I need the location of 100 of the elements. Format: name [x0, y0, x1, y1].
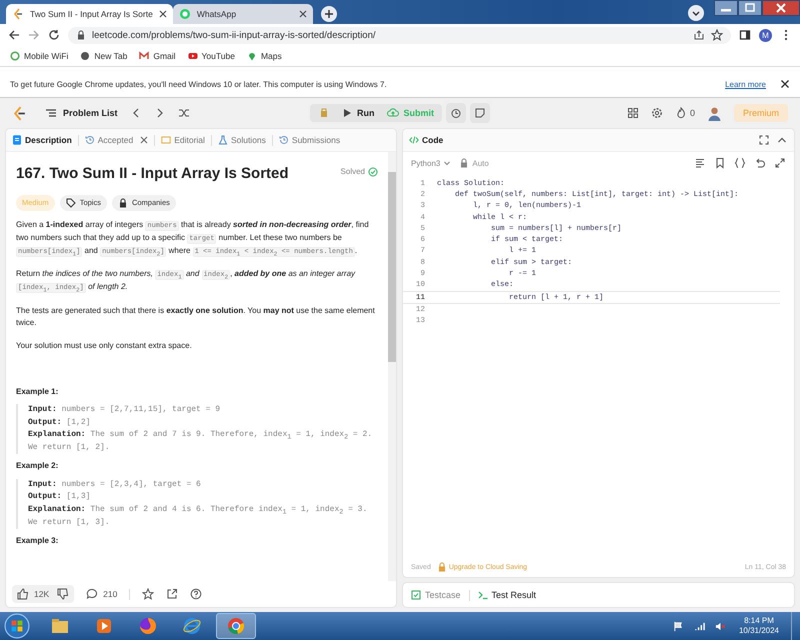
bookmark-link[interactable]: Gmail: [139, 51, 176, 61]
solved-status: Solved: [340, 166, 365, 178]
folder-icon: [50, 616, 70, 636]
chevron-down-icon: [443, 159, 452, 167]
book-icon: [161, 135, 172, 145]
flask-icon: [218, 135, 228, 145]
example-line: Output: [1,2]: [28, 416, 92, 429]
list-icon: [45, 107, 57, 119]
settings-icon[interactable]: [650, 107, 663, 119]
close-icon[interactable]: [780, 79, 790, 89]
site-logo-icon[interactable]: [12, 106, 27, 120]
signal-icon[interactable]: [694, 620, 705, 632]
flame-icon: [674, 107, 687, 119]
fullscreen-icon[interactable]: [758, 134, 770, 146]
note-icon: [474, 107, 486, 119]
language-dropdown[interactable]: Python3: [411, 158, 452, 168]
star-icon[interactable]: [142, 588, 154, 600]
browser-tab[interactable]: Two Sum II - Input Array Is Sorte: [6, 4, 173, 24]
streak-counter[interactable]: 0: [674, 107, 695, 119]
new-tab-button[interactable]: [320, 6, 337, 22]
browser-icon: [182, 616, 202, 636]
example-line: Output: [1,3]: [28, 491, 92, 504]
alarm-clock-button[interactable]: [446, 103, 466, 123]
panel-tab[interactable]: Solutions: [218, 135, 266, 145]
external-link-icon[interactable]: [166, 588, 178, 600]
example-heading: Example 1:: [16, 386, 60, 398]
close-icon[interactable]: [298, 10, 307, 18]
undo-icon[interactable]: [754, 157, 766, 169]
browser-icon: [138, 616, 158, 636]
clock-date[interactable]: 10/31/2024: [738, 626, 779, 636]
profile-avatar[interactable]: M: [759, 28, 772, 42]
maximize-button[interactable]: [738, 0, 762, 16]
braces-icon[interactable]: [734, 157, 746, 169]
grid-icon[interactable]: [626, 107, 639, 119]
bookmark-link[interactable]: New Tab: [80, 51, 128, 61]
learn-more-link[interactable]: Learn more: [725, 80, 766, 88]
description-paragraph: The tests are generated such that there is exactly one solution. You may not use the same element twice.: [16, 304, 376, 330]
user-avatar-icon[interactable]: [706, 106, 722, 120]
close-window-button[interactable]: [762, 0, 800, 16]
checkbox-icon: [411, 590, 421, 600]
close-icon[interactable]: [158, 10, 167, 18]
lock-icon: [118, 198, 128, 208]
minimize-button[interactable]: [714, 0, 738, 16]
bookmark-link[interactable]: YouTube: [188, 51, 235, 61]
bookmark-link[interactable]: Mobile WiFi: [10, 51, 68, 61]
map-pin-icon: [246, 51, 257, 61]
terminal-icon: [478, 590, 488, 600]
expand-icon[interactable]: [774, 157, 786, 169]
tag-icon: [66, 198, 76, 208]
play-icon: [188, 51, 198, 61]
play-icon: [342, 108, 352, 118]
browser-tab[interactable]: WhatsApp: [172, 4, 313, 24]
side-panel-icon[interactable]: [739, 29, 751, 41]
update-message: To get future Google Chrome updates, you'll need Windows 10 or later. This computer is using Windows 7.: [10, 80, 387, 88]
problem-list-link[interactable]: Problem List: [45, 107, 118, 119]
history-icon: [278, 135, 289, 145]
format-icon[interactable]: [694, 157, 706, 169]
note-button[interactable]: [470, 103, 490, 123]
tab-search-button[interactable]: [688, 5, 704, 21]
example-line: Input: numbers = [2,3,4], target = 6: [28, 478, 202, 491]
console-tab[interactable]: Test Result: [478, 590, 536, 600]
check-circle-icon: [368, 167, 378, 178]
address-bar[interactable]: leetcode.com/problems/two-sum-ii-input-array-is-sorted/description/: [68, 26, 731, 44]
chat-bubble-icon: [178, 8, 191, 20]
start-button[interactable]: [4, 613, 30, 639]
bookmark-link[interactable]: Maps: [246, 51, 282, 61]
scrollbar[interactable]: [388, 152, 396, 581]
panel-tab[interactable]: Editorial: [161, 135, 205, 145]
shuffle-icon[interactable]: [178, 107, 190, 119]
reload-button[interactable]: [48, 29, 60, 41]
ring-icon: [10, 51, 20, 61]
flag-icon[interactable]: [672, 620, 684, 632]
lock-icon: [459, 158, 470, 168]
speech-bubble-icon: [86, 588, 98, 600]
code-logo-icon: [12, 8, 24, 20]
lock-icon: [436, 562, 447, 572]
clock-time[interactable]: 8:14 PM: [744, 616, 774, 626]
bookmark-icon[interactable]: [714, 157, 726, 169]
close-icon[interactable]: [140, 136, 148, 144]
media-player-icon: [94, 616, 114, 636]
help-icon[interactable]: [190, 588, 202, 600]
example-heading: Example 2:: [16, 460, 60, 472]
auto-mode-label: Auto: [472, 158, 489, 168]
code-tab[interactable]: Code: [409, 135, 444, 145]
code-icon: [409, 135, 419, 145]
example-line: Explanation: The sum of 2 and 7 is 9. Therefore, index$_{1}$ = 1, index$_{2}$ = 2. We return [1, 2].: [28, 429, 374, 454]
thumbs-down-icon[interactable]: [57, 588, 70, 600]
console-tab[interactable]: Testcase: [411, 590, 461, 600]
back-button[interactable]: [8, 29, 20, 41]
panel-tab[interactable]: Description: [12, 135, 72, 145]
run-button[interactable]: Run: [342, 108, 374, 118]
panel-tab[interactable]: Submissions: [278, 135, 340, 145]
bookmark-star-icon[interactable]: [711, 29, 723, 41]
comments-button[interactable]: 210: [86, 588, 118, 600]
volume-muted-icon[interactable]: [714, 620, 726, 632]
share-icon[interactable]: [693, 29, 705, 41]
globe-icon: [80, 51, 90, 61]
panel-tab[interactable]: Accepted: [84, 135, 148, 145]
mail-icon: [139, 51, 150, 61]
clock-icon: [450, 107, 462, 119]
